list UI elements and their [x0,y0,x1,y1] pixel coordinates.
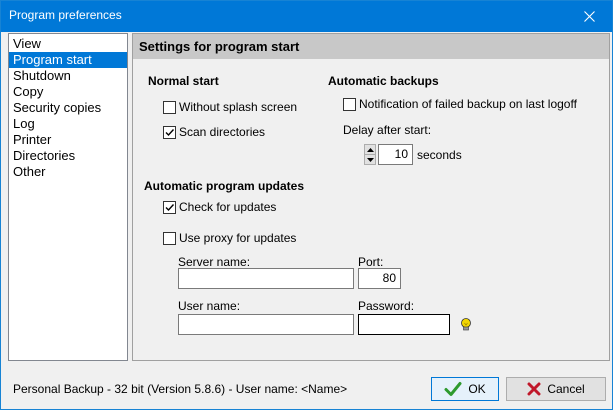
close-button[interactable] [566,1,612,32]
settings-panel: Settings for program start Normal start … [132,33,610,361]
category-item-security-copies[interactable]: Security copies [9,100,127,116]
delay-input[interactable]: 10 [378,144,413,165]
without-splash-checkbox[interactable] [163,100,176,114]
checkmark-icon [165,128,175,136]
check-updates-option[interactable]: Check for updates [163,200,276,214]
arrow-up-icon [366,147,374,152]
use-proxy-label: Use proxy for updates [179,231,297,245]
scan-directories-label: Scan directories [179,125,266,139]
title-bar[interactable]: Program preferences [1,1,612,32]
notify-failed-backup-checkbox[interactable] [343,97,356,111]
port-input[interactable]: 80 [358,268,401,289]
window-title: Program preferences [9,8,122,22]
category-item-directories[interactable]: Directories [9,148,127,164]
scan-directories-option[interactable]: Scan directories [163,125,265,139]
category-item-printer[interactable]: Printer [9,132,127,148]
check-updates-label: Check for updates [179,200,277,214]
checkmark-icon [444,381,462,397]
cancel-button[interactable]: Cancel [506,377,606,401]
program-updates-heading: Automatic program updates [144,179,305,193]
notify-failed-backup-label: Notification of failed backup on last lo… [359,97,577,111]
user-name-label: User name: [178,299,241,313]
delay-spinner[interactable] [364,144,376,165]
red-x-icon [527,382,541,396]
checkmark-icon [165,203,175,211]
category-item-other[interactable]: Other [9,164,127,180]
use-proxy-option[interactable]: Use proxy for updates [163,231,296,245]
cancel-button-label: Cancel [547,382,585,396]
use-proxy-checkbox[interactable] [163,231,176,245]
without-splash-label: Without splash screen [179,100,298,114]
normal-start-heading: Normal start [148,74,219,88]
spin-down-button[interactable] [365,154,375,164]
delay-unit-label: seconds [417,148,462,162]
password-input[interactable] [358,314,450,335]
server-name-input[interactable] [178,268,354,289]
check-updates-checkbox[interactable] [163,200,176,214]
arrow-down-icon [366,157,374,162]
close-icon [583,11,595,22]
automatic-backups-heading: Automatic backups [328,74,439,88]
category-list[interactable]: View Program start Shutdown Copy Securit… [8,33,128,361]
password-label: Password: [358,299,415,313]
server-name-label: Server name: [178,255,251,269]
delay-label: Delay after start: [343,123,432,137]
ok-button[interactable]: OK [431,377,499,401]
category-item-copy[interactable]: Copy [9,84,127,100]
lightbulb-icon[interactable] [460,318,472,335]
panel-header: Settings for program start [133,34,609,59]
category-item-program-start[interactable]: Program start [9,52,127,68]
ok-button-label: OK [468,382,486,396]
without-splash-option[interactable]: Without splash screen [163,100,297,114]
preferences-dialog: Program preferences View Program start S… [0,0,613,410]
panel-title: Settings for program start [139,39,300,54]
port-label: Port: [358,255,384,269]
status-text: Personal Backup - 32 bit (Version 5.8.6)… [13,382,348,396]
scan-directories-checkbox[interactable] [163,125,176,139]
notify-failed-backup-option[interactable]: Notification of failed backup on last lo… [343,97,577,111]
spin-up-button[interactable] [365,145,375,154]
category-item-view[interactable]: View [9,36,127,52]
category-item-shutdown[interactable]: Shutdown [9,68,127,84]
user-name-input[interactable] [178,314,354,335]
category-item-log[interactable]: Log [9,116,127,132]
